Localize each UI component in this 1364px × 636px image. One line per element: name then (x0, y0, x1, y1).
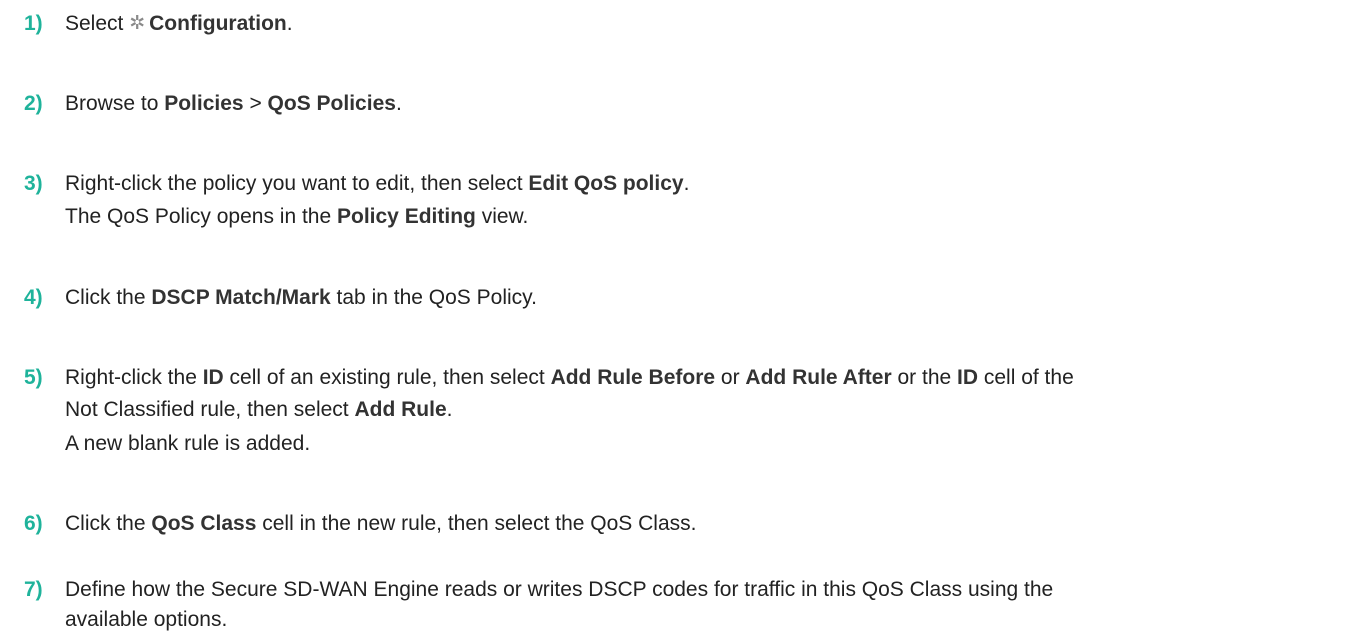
configuration-label: Configuration (149, 12, 287, 35)
step-number: 4) (24, 286, 43, 309)
step-result: The QoS Policy opens in the Policy Editi… (65, 205, 529, 228)
step-instruction-line-2: available options. (65, 608, 228, 631)
qos-policies-label: QoS Policies (267, 92, 396, 115)
step-instruction-line-1: Right-click the ID cell of an existing r… (65, 366, 1074, 389)
step-number: 2) (24, 92, 43, 115)
gear-icon: ✲ (129, 13, 146, 34)
step-instruction: Browse to Policies > QoS Policies. (65, 92, 402, 115)
step-instruction-line-2: Not Classified rule, then select Add Rul… (65, 398, 453, 421)
step-instruction: Click the QoS Class cell in the new rule… (65, 512, 697, 535)
add-rule-after-label: Add Rule After (745, 366, 892, 389)
step-instruction: Select ✲ Configuration. (65, 8, 293, 41)
policy-editing-label: Policy Editing (337, 205, 476, 228)
qos-class-label: QoS Class (151, 512, 257, 535)
step-instruction-line-1: Define how the Secure SD-WAN Engine read… (65, 578, 1054, 601)
step-number: 1) (24, 12, 43, 35)
step-instruction: Click the DSCP Match/Mark tab in the QoS… (65, 286, 537, 309)
add-rule-before-label: Add Rule Before (550, 366, 716, 389)
dscp-match-mark-label: DSCP Match/Mark (151, 286, 331, 309)
step-instruction: Right-click the policy you want to edit,… (65, 172, 690, 195)
step-result: A new blank rule is added. (65, 432, 311, 455)
step-number: 7) (24, 578, 43, 601)
procedure-page: { "theme": { "step_number_color": "#1fb3… (0, 0, 1364, 632)
id-label: ID (202, 366, 224, 389)
policies-label: Policies (164, 92, 244, 115)
step-number: 6) (24, 512, 43, 535)
edit-qos-policy-label: Edit QoS policy (528, 172, 684, 195)
step-number: 5) (24, 366, 43, 389)
step-number: 3) (24, 172, 43, 195)
id-label: ID (957, 366, 979, 389)
add-rule-label: Add Rule (354, 398, 447, 421)
